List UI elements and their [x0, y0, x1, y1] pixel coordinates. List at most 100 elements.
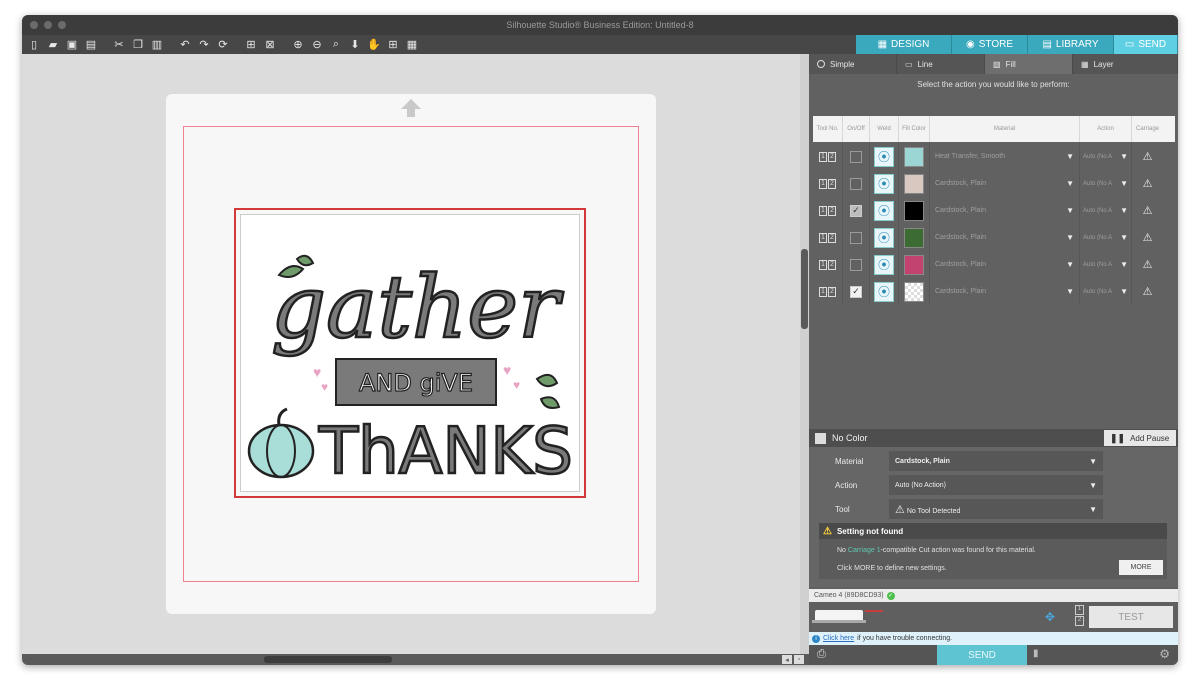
close-window-button[interactable] — [30, 21, 38, 29]
tab-design[interactable]: ▦ DESIGN — [856, 35, 952, 54]
table-row[interactable]: 1 2 ⦿ Cardstock, Plain ▼ Auto (No A ▼ ⚠ — [813, 251, 1175, 278]
weld-icon[interactable]: ⦿ — [874, 173, 894, 194]
material-dropdown[interactable]: Cardstock, Plain ▼ — [930, 197, 1080, 224]
tab-line[interactable]: ▭ Line — [897, 54, 985, 74]
tab-simple[interactable]: Simple — [809, 54, 897, 74]
test-button[interactable]: TEST — [1089, 606, 1173, 628]
store-icon: ◉ — [965, 39, 975, 50]
machine-settings-icon[interactable]: ⎙ — [817, 648, 826, 661]
zoom-out-icon[interactable]: ⊖ — [309, 38, 325, 52]
table-row[interactable]: 1 2 ✓ ⦿ Cardstock, Plain ▼ Auto (No A ▼ ⚠ — [813, 197, 1175, 224]
zoom-fit-icon[interactable]: ⬇ — [347, 38, 363, 52]
paste-icon[interactable]: ▥ — [149, 38, 165, 52]
tool-number[interactable]: 12 — [813, 197, 843, 224]
fit-page-icon[interactable]: ▫ — [794, 655, 804, 664]
dropdown-arrow-icon: ▼ — [1120, 152, 1128, 161]
copy-icon[interactable]: ❐ — [130, 38, 146, 52]
click-here-link[interactable]: Click here — [823, 635, 854, 642]
on-off-checkbox[interactable] — [850, 150, 862, 163]
tab-store[interactable]: ◉ STORE — [952, 35, 1028, 54]
action-dropdown[interactable]: Auto (No A ▼ — [1080, 224, 1132, 251]
col-carriage: Carriage — [1135, 126, 1159, 132]
table-row[interactable]: 1 2 ⦿ Cardstock, Plain ▼ Auto (No A ▼ ⚠ — [813, 170, 1175, 197]
material-dropdown[interactable]: Heat Transfer, Smooth ▼ — [930, 143, 1080, 170]
weld-icon[interactable]: ⦿ — [874, 254, 894, 275]
action-dropdown[interactable]: Auto (No A ▼ — [1080, 197, 1132, 224]
trash-icon[interactable]: ▮ — [1033, 648, 1039, 659]
table-row[interactable]: 1 2 ✓ ⦿ Cardstock, Plain ▼ Auto (No A ▼ ⚠ — [813, 278, 1175, 305]
grid-icon[interactable]: ▦ — [404, 38, 420, 52]
maximize-window-button[interactable] — [58, 21, 66, 29]
save-icon[interactable]: ▣ — [64, 38, 80, 52]
undo-icon[interactable]: ↶ — [177, 38, 193, 52]
print-icon[interactable]: ▤ — [83, 38, 99, 52]
tab-fill[interactable]: ▧ Fill — [985, 54, 1073, 74]
new-file-icon[interactable]: ▯ — [26, 38, 42, 52]
dropdown-arrow-icon: ▼ — [1120, 179, 1128, 188]
action-dropdown[interactable]: Auto (No A ▼ — [1080, 278, 1132, 305]
cutting-mat: gather AND giVE ♥ ♥ ♥ ♥ ThANKS — [166, 94, 656, 614]
tool-number[interactable]: 12 — [813, 278, 843, 305]
library-icon: ▤ — [1042, 39, 1052, 50]
move-blade-arrows-icon[interactable]: ✥ — [1045, 610, 1055, 624]
tool-number[interactable]: 12 — [813, 143, 843, 170]
horizontal-scroll-thumb[interactable] — [264, 656, 392, 663]
tool-number[interactable]: 12 — [813, 224, 843, 251]
on-off-checkbox[interactable] — [850, 177, 862, 190]
on-off-checkbox[interactable] — [850, 258, 862, 271]
tool-number[interactable]: 12 — [813, 251, 843, 278]
vertical-scrollbar[interactable] — [800, 54, 809, 654]
fill-mode-icon: ▧ — [993, 59, 1001, 69]
tool-select[interactable]: ⚠ No Tool Detected ▼ — [889, 499, 1103, 519]
zoom-select-icon[interactable]: ⌕ — [328, 38, 344, 52]
cut-icon[interactable]: ✂ — [111, 38, 127, 52]
weld-icon[interactable]: ⦿ — [874, 146, 894, 167]
device-status-bar[interactable]: Cameo 4 (89D8CD93) ✓ — [809, 589, 1178, 602]
design-canvas[interactable]: gather AND giVE ♥ ♥ ♥ ♥ ThANKS — [22, 54, 809, 654]
table-row[interactable]: 1 2 ⦿ Cardstock, Plain ▼ Auto (No A ▼ ⚠ — [813, 224, 1175, 251]
material-select[interactable]: Cardstock, Plain ▼ — [889, 451, 1103, 471]
horizontal-scrollbar[interactable] — [22, 654, 809, 665]
material-dropdown[interactable]: Cardstock, Plain ▼ — [930, 251, 1080, 278]
material-dropdown[interactable]: Cardstock, Plain ▼ — [930, 170, 1080, 197]
tab-layer[interactable]: ▦ Layer — [1073, 54, 1178, 74]
redo-icon[interactable]: ↷ — [196, 38, 212, 52]
minimize-window-button[interactable] — [44, 21, 52, 29]
table-row[interactable]: 1 2 ⦿ Heat Transfer, Smooth ▼ Auto (No A ▼ ⚠ — [813, 143, 1175, 170]
tab-send[interactable]: ▭ SEND — [1114, 35, 1178, 54]
weld-icon[interactable]: ⦿ — [874, 200, 894, 221]
add-box-icon[interactable]: ⊞ — [385, 38, 401, 52]
action-dropdown[interactable]: Auto (No A ▼ — [1080, 143, 1132, 170]
more-button[interactable]: MORE — [1119, 560, 1163, 575]
send-mode-tabs: Simple ▭ Line ▧ Fill ▦ Layer — [809, 54, 1178, 74]
on-off-checkbox[interactable] — [850, 231, 862, 244]
dropdown-arrow-icon: ▼ — [1066, 152, 1074, 161]
ungroup-icon[interactable]: ⊠ — [262, 38, 278, 52]
material-dropdown[interactable]: Cardstock, Plain ▼ — [930, 224, 1080, 251]
zoom-in-icon[interactable]: ⊕ — [290, 38, 306, 52]
tool-number[interactable]: 12 — [813, 170, 843, 197]
rotate-icon[interactable]: ⟳ — [215, 38, 231, 52]
group-icon[interactable]: ⊞ — [243, 38, 259, 52]
gear-icon[interactable]: ⚙ — [1159, 647, 1170, 661]
dropdown-arrow-icon: ▼ — [1066, 206, 1074, 215]
material-dropdown[interactable]: Cardstock, Plain ▼ — [930, 278, 1080, 305]
design-selection[interactable]: gather AND giVE ♥ ♥ ♥ ♥ ThANKS — [234, 208, 586, 498]
col-material: Material — [930, 116, 1080, 142]
on-off-checkbox[interactable]: ✓ — [850, 204, 862, 217]
tab-library[interactable]: ▤ LIBRARY — [1028, 35, 1114, 54]
send-button[interactable]: SEND — [937, 645, 1027, 665]
pan-icon[interactable]: ✋ — [366, 38, 382, 52]
weld-icon[interactable]: ⦿ — [874, 281, 894, 302]
action-select[interactable]: Auto (No Action) ▼ — [889, 475, 1103, 495]
weld-icon[interactable]: ⦿ — [874, 227, 894, 248]
add-pause-button[interactable]: ❚❚ Add Pause — [1104, 430, 1176, 446]
cut-settings: Material Cardstock, Plain ▼ Action Auto … — [809, 447, 1178, 587]
on-off-checkbox[interactable]: ✓ — [850, 285, 862, 298]
action-dropdown[interactable]: Auto (No A ▼ — [1080, 251, 1132, 278]
vertical-scroll-thumb[interactable] — [801, 249, 808, 329]
dropdown-arrow-icon: ▼ — [1120, 287, 1128, 296]
action-dropdown[interactable]: Auto (No A ▼ — [1080, 170, 1132, 197]
open-folder-icon[interactable]: ▰ — [45, 38, 61, 52]
pan-left-icon[interactable]: ◂ — [782, 655, 792, 664]
